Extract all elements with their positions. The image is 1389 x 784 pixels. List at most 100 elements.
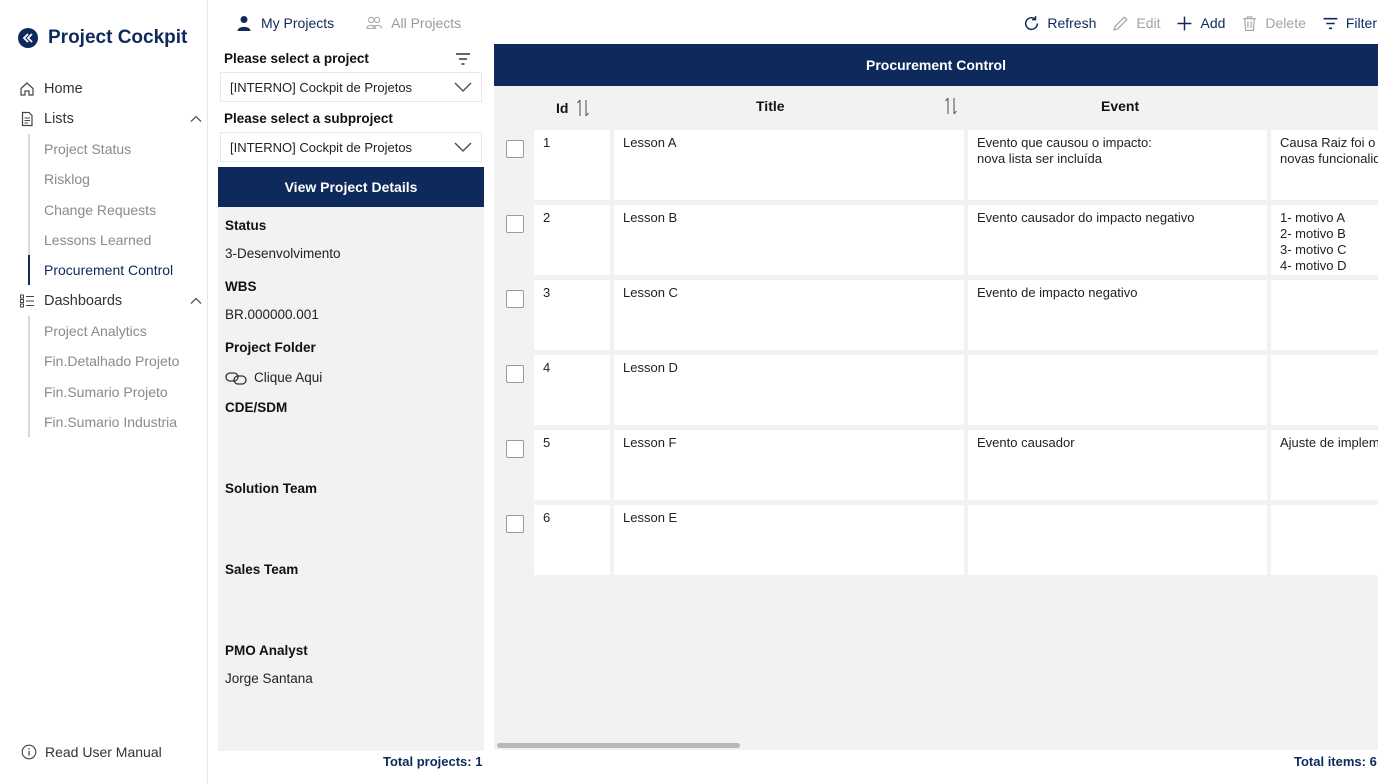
user-icon — [237, 16, 251, 31]
nav-lists[interactable]: Lists — [19, 107, 205, 131]
column-header-id[interactable]: Id — [556, 98, 590, 118]
wbs-value: BR.000000.001 — [225, 307, 319, 322]
cell-root-cause: Ajuste de implem — [1271, 430, 1378, 500]
refresh-icon — [1025, 15, 1039, 30]
cell-text-line: 3- motivo C — [1280, 242, 1347, 257]
cell-event: Evento causador — [968, 430, 1267, 500]
cde-sdm-label: CDE/SDM — [225, 400, 288, 415]
trash-icon — [1243, 15, 1257, 31]
row-checkbox[interactable] — [506, 515, 524, 533]
wbs-label: WBS — [225, 279, 257, 294]
project-details: Status 3-Desenvolvimento WBS BR.000000.0… — [218, 207, 484, 751]
sidebar-item-change-requests[interactable]: Change Requests — [30, 195, 208, 225]
tab-my-projects[interactable]: My Projects — [236, 15, 334, 31]
horizontal-scrollbar[interactable] — [494, 741, 1378, 750]
refresh-label: Refresh — [1047, 15, 1097, 31]
cell-text-line: Ajuste de implem — [1280, 435, 1378, 450]
info-icon — [21, 744, 37, 760]
document-icon — [19, 111, 35, 127]
view-project-details-button[interactable]: View Project Details — [218, 167, 484, 207]
cell-root-cause — [1271, 505, 1378, 575]
row-checkbox[interactable] — [506, 215, 524, 233]
total-items: Total items: 6 — [1294, 754, 1377, 769]
app-title: Project Cockpit — [48, 27, 188, 48]
nav-dashboards[interactable]: Dashboards — [19, 289, 205, 313]
cell-text-line: 2- motivo B — [1280, 226, 1346, 241]
sidebar-item-label: Lessons Learned — [44, 232, 152, 249]
table-row[interactable]: 5 Lesson F Evento causador Ajuste de implem — [494, 430, 1378, 500]
filter-icon[interactable] — [455, 52, 471, 66]
row-checkbox[interactable] — [506, 140, 524, 158]
delete-button[interactable]: Delete — [1241, 15, 1306, 32]
project-select[interactable]: [INTERNO] Cockpit de Projetos — [220, 72, 482, 102]
tab-all-projects[interactable]: All Projects — [366, 15, 461, 31]
chevron-down-icon — [454, 142, 472, 153]
sidebar-item-label: Procurement Control — [44, 262, 174, 279]
table-row[interactable]: 2 Lesson B Evento causador do impacto nega… — [494, 205, 1378, 275]
cell-title: Lesson F — [614, 430, 964, 500]
lists-group: Project Status Risklog Change Requests L… — [28, 134, 208, 286]
sidebar-item-fin-sumario-projeto[interactable]: Fin.Sumario Projeto — [30, 377, 208, 407]
cell-id: 5 — [534, 430, 610, 500]
table-row[interactable]: 3 Lesson C Evento de impacto negativo — [494, 280, 1378, 350]
home-icon — [19, 81, 35, 97]
cell-text-line: Evento causador do impacto negativo — [977, 210, 1195, 225]
sidebar-item-project-status[interactable]: Project Status — [30, 134, 208, 164]
add-button[interactable]: Add — [1176, 15, 1225, 32]
sidebar-item-label: Risklog — [44, 171, 90, 188]
table-row[interactable]: 1 Lesson A Evento que causou o impacto: nov… — [494, 130, 1378, 200]
subproject-select-value: [INTERNO] Cockpit de Projetos — [230, 139, 413, 155]
cell-title: Lesson A — [614, 130, 964, 200]
table-row[interactable]: 4 Lesson D — [494, 355, 1378, 425]
scrollbar-thumb[interactable] — [497, 743, 740, 748]
table-row[interactable]: 6 Lesson E — [494, 505, 1378, 575]
sidebar-item-risklog[interactable]: Risklog — [30, 164, 208, 194]
cell-title: Lesson D — [614, 355, 964, 425]
chevron-up-icon[interactable] — [189, 112, 203, 126]
grid-header: Id Title Event — [494, 86, 1378, 128]
sidebar-item-fin-detalhado-projeto[interactable]: Fin.Detalhado Projeto — [30, 346, 208, 376]
sidebar-item-project-analytics[interactable]: Project Analytics — [30, 316, 208, 346]
sort-icon[interactable] — [576, 98, 590, 118]
sidebar-item-lessons-learned[interactable]: Lessons Learned — [30, 225, 208, 255]
list-dashboard-icon — [19, 293, 35, 309]
project-select-label: Please select a project — [224, 51, 369, 66]
project-select-value: [INTERNO] Cockpit de Projetos — [230, 79, 413, 95]
collapse-sidebar-icon[interactable] — [18, 28, 38, 48]
refresh-button[interactable]: Refresh — [1023, 15, 1096, 32]
row-checkbox[interactable] — [506, 440, 524, 458]
sort-icon[interactable] — [944, 96, 958, 116]
nav-dashboards-label: Dashboards — [44, 293, 123, 309]
cell-title: Lesson B — [614, 205, 964, 275]
sidebar-item-label: Project Analytics — [44, 323, 147, 340]
subproject-select-label: Please select a subproject — [224, 111, 393, 126]
cell-text-line: Evento de impacto negativo — [977, 285, 1138, 300]
cell-id: 3 — [534, 280, 610, 350]
subproject-select[interactable]: [INTERNO] Cockpit de Projetos — [220, 132, 482, 162]
status-value: 3-Desenvolvimento — [225, 246, 341, 261]
grid-title: Procurement Control — [494, 44, 1378, 86]
filter-button[interactable]: Filter — [1322, 15, 1377, 32]
edit-button[interactable]: Edit — [1112, 15, 1160, 32]
tab-my-projects-label: My Projects — [261, 15, 335, 31]
column-header-event[interactable]: Event — [1101, 98, 1139, 114]
procurement-grid: Procurement Control Id Title Event 1 Less… — [494, 44, 1378, 750]
column-header-title[interactable]: Title — [756, 98, 785, 114]
row-checkbox[interactable] — [506, 290, 524, 308]
filter-label: Filter — [1345, 15, 1377, 31]
sidebar-item-fin-sumario-industria[interactable]: Fin.Sumario Industria — [30, 407, 208, 437]
chevron-up-icon[interactable] — [189, 294, 203, 308]
sidebar-item-procurement-control[interactable]: Procurement Control — [28, 255, 208, 286]
project-folder-link[interactable]: Clique Aqui — [225, 370, 322, 385]
cell-title: Lesson E — [614, 505, 964, 575]
sidebar-item-label: Project Status — [44, 141, 132, 158]
read-user-manual-link[interactable]: Read User Manual — [21, 744, 162, 760]
sidebar: Project Cockpit Home Lists Project Statu… — [5, 0, 208, 784]
sidebar-item-label: Change Requests — [44, 201, 157, 218]
row-checkbox[interactable] — [506, 365, 524, 383]
nav-home[interactable]: Home — [19, 77, 205, 101]
sales-team-label: Sales Team — [225, 562, 299, 577]
link-icon — [225, 371, 247, 385]
sidebar-item-label: Fin.Sumario Industria — [44, 414, 178, 431]
brand: Project Cockpit — [18, 26, 187, 50]
